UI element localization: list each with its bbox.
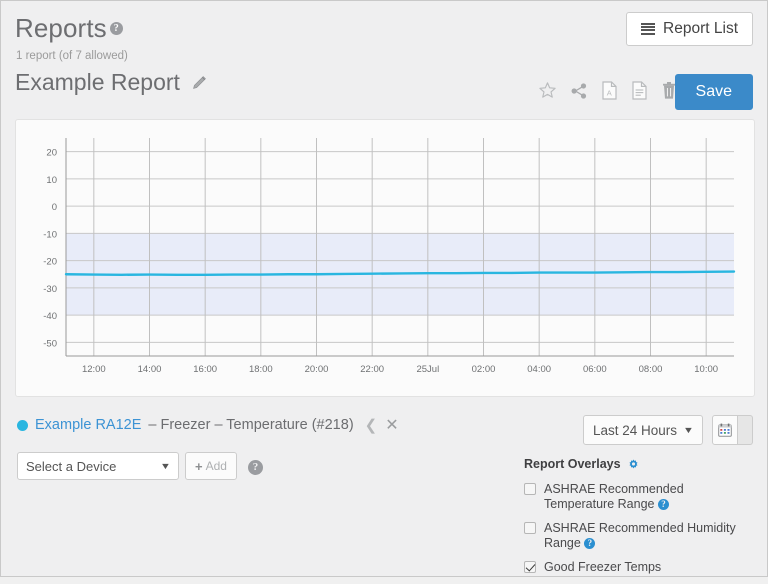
report-action-icons: A [538,81,677,105]
svg-text:04:00: 04:00 [527,364,551,375]
svg-text:14:00: 14:00 [138,364,162,375]
report-list-button[interactable]: Report List [626,12,753,46]
svg-text:-10: -10 [43,229,57,240]
svg-text:25Jul: 25Jul [416,364,439,375]
report-overlays-panel: Report Overlays ASHRAE Recommended Tempe… [524,457,759,584]
svg-text:22:00: 22:00 [360,364,384,375]
report-count-text: 1 report (of 7 allowed) [16,50,128,62]
svg-text:-30: -30 [43,284,57,295]
add-device-button[interactable]: + Add [185,452,237,480]
svg-text:20: 20 [46,148,57,159]
overlay-label: ASHRAE Recommended Humidity Range ? [544,521,744,551]
time-range-select[interactable]: Last 24 Hours ▼ [583,415,703,445]
overlay-label: ASHRAE Recommended Temperature Range ? [544,482,744,512]
svg-text:08:00: 08:00 [639,364,663,375]
overlays-title-row: Report Overlays [524,457,759,473]
legend-series-label: – Freezer – Temperature (#218) [148,417,353,433]
overlay-checkbox[interactable] [524,561,536,573]
help-icon[interactable]: ? [584,538,595,549]
report-chart[interactable]: 20 10 0 -10 -20 -30 -40 -50 12:00 14:00 16:00 18:00… [16,120,754,396]
svg-text:A: A [607,88,612,97]
device-controls: Select a Device ▼ + Add ? [17,452,263,480]
report-name-row: Example Report [15,71,207,94]
pdf-file-icon[interactable]: A [601,81,618,105]
svg-text:0: 0 [52,202,57,213]
help-icon[interactable]: ? [110,22,123,35]
overlay-item-humidity-range[interactable]: ASHRAE Recommended Humidity Range ? [524,521,759,551]
add-device-label: Add [206,459,227,473]
svg-text:10: 10 [46,175,57,186]
device-select-value: Select a Device [26,459,116,474]
star-icon[interactable] [538,81,557,105]
page-title: Reports [15,15,107,41]
overlay-item-good-freezer-temps[interactable]: Good Freezer Temps [524,560,759,575]
device-help-wrap: ? [248,457,263,475]
chevron-down-icon: ▼ [683,425,694,435]
save-button[interactable]: Save [675,74,753,110]
pencil-icon[interactable] [191,75,207,91]
chevron-left-icon[interactable]: ❮ [365,416,378,434]
chart-card: 20 10 0 -10 -20 -30 -40 -50 12:00 14:00 16:00 18:00… [15,119,755,397]
svg-text:-20: -20 [43,257,57,268]
device-select[interactable]: Select a Device ▼ [17,452,179,480]
overlay-checkbox[interactable] [524,522,536,534]
help-icon[interactable]: ? [658,499,669,510]
plus-icon: + [195,459,203,474]
svg-text:-50: -50 [43,338,57,349]
share-icon[interactable] [570,82,588,105]
svg-text:06:00: 06:00 [583,364,607,375]
chevron-down-icon: ▼ [160,461,171,471]
calendar-range-placeholder[interactable] [738,415,753,445]
time-range-controls: Last 24 Hours ▼ [583,415,753,445]
svg-text:-40: -40 [43,311,57,322]
svg-text:20:00: 20:00 [305,364,329,375]
svg-text:02:00: 02:00 [472,364,496,375]
gear-icon[interactable] [628,459,639,473]
reports-page: Reports? 1 report (of 7 allowed) Example… [0,0,768,577]
report-name: Example Report [15,71,180,94]
svg-text:16:00: 16:00 [193,364,217,375]
legend-device-link[interactable]: Example RA12E [35,417,141,433]
overlay-item-temperature-range[interactable]: ASHRAE Recommended Temperature Range ? [524,482,759,512]
close-icon[interactable]: ✕ [385,415,398,435]
legend-color-dot [17,420,28,431]
help-icon[interactable]: ? [248,460,263,475]
svg-text:18:00: 18:00 [249,364,273,375]
document-file-icon[interactable] [631,81,648,105]
list-icon [641,23,655,35]
calendar-button[interactable] [712,415,738,445]
svg-text:10:00: 10:00 [694,364,718,375]
svg-text:12:00: 12:00 [82,364,106,375]
page-header: Reports? 1 report (of 7 allowed) Example… [1,1,767,119]
overlay-checkbox[interactable] [524,483,536,495]
calendar-button-group [712,415,753,445]
page-title-row: Reports? [15,15,123,42]
chart-legend: Example RA12E – Freezer – Temperature (#… [17,415,399,435]
report-list-label: Report List [663,21,738,37]
overlay-label: Good Freezer Temps [544,560,661,575]
time-range-value: Last 24 Hours [593,423,677,438]
overlays-title: Report Overlays [524,457,621,471]
calendar-icon [718,423,732,437]
